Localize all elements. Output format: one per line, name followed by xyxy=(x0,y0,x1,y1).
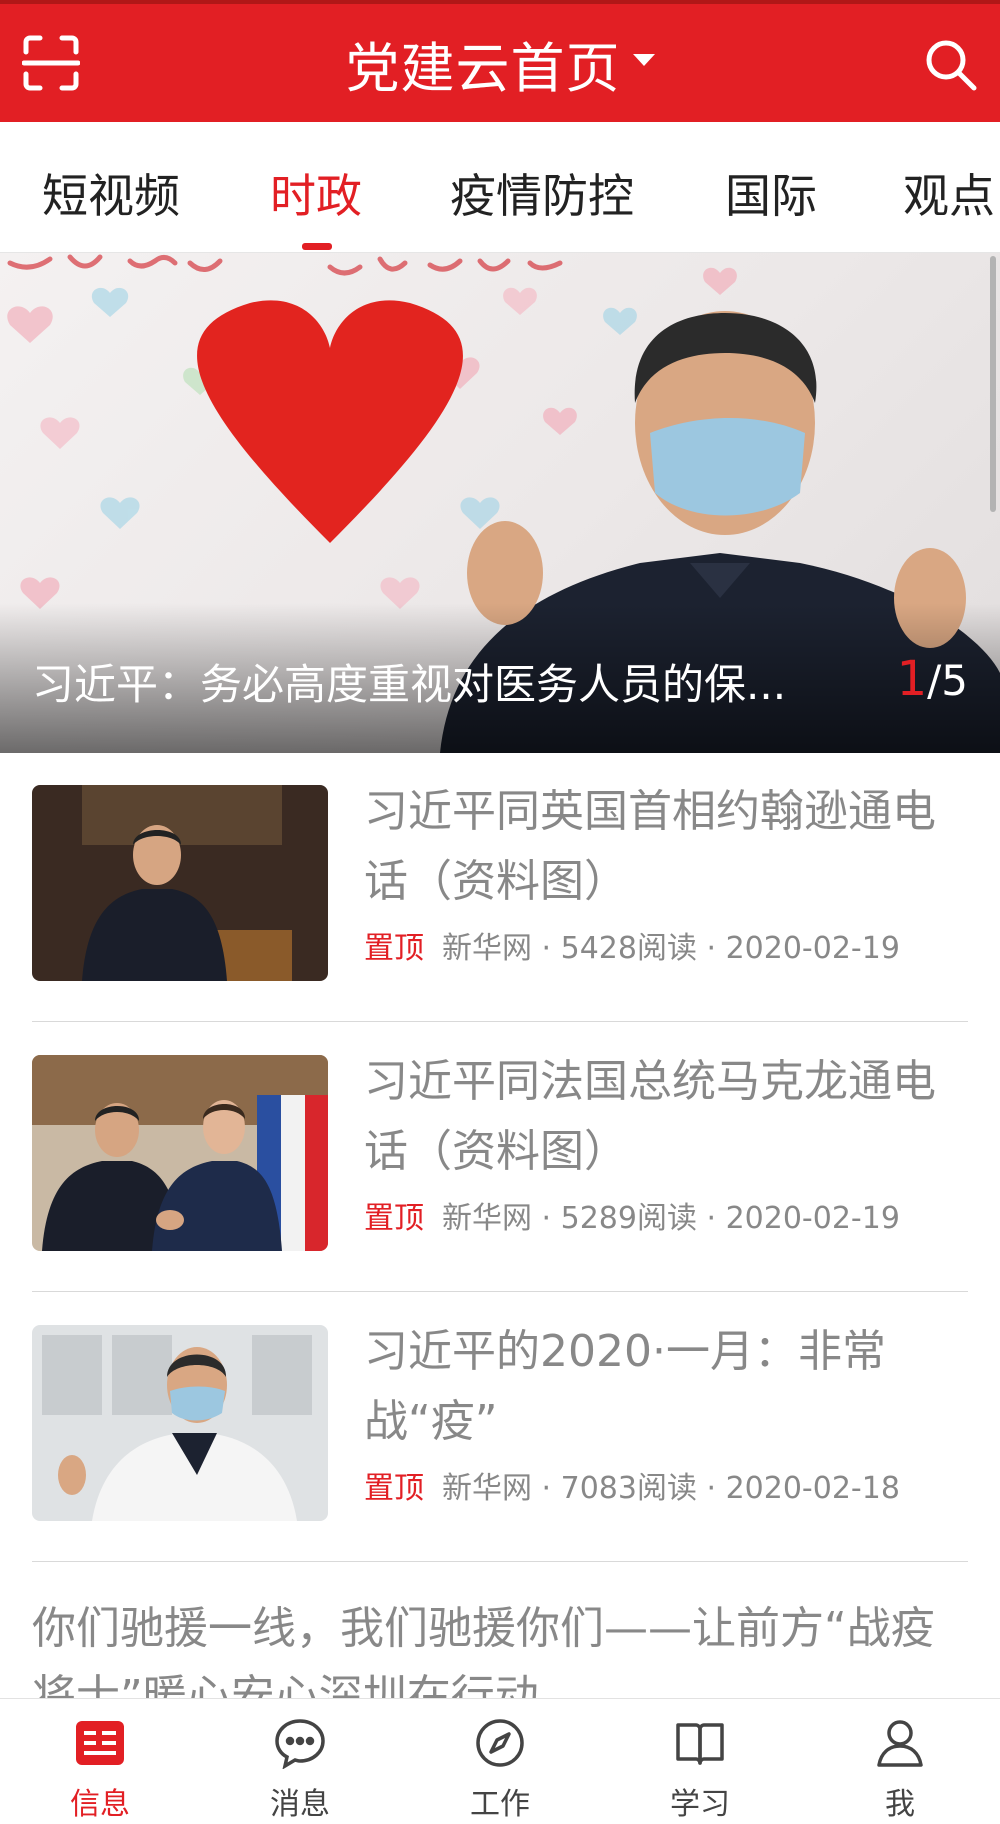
pinned-badge: 置顶 xyxy=(364,1201,424,1236)
tab-international[interactable]: 国际 xyxy=(725,160,817,226)
nav-item-messages[interactable]: 消息 xyxy=(200,1699,400,1824)
scan-icon[interactable] xyxy=(21,34,81,92)
banner-carousel[interactable]: 习近平：务必高度重视对医务人员的保... 1/5 xyxy=(0,253,1000,753)
active-tab-indicator xyxy=(302,243,332,250)
meta-separator: · xyxy=(696,931,726,966)
news-date: 2020-02-19 xyxy=(725,1201,900,1236)
news-item[interactable]: 习近平的2020·一月：非常战“疫” 置顶 新华网 · 7083阅读 · 2020… xyxy=(32,1293,968,1562)
tab-politics[interactable]: 时政 xyxy=(270,160,362,226)
news-meta: 置顶 新华网 · 7083阅读 · 2020-02-18 xyxy=(364,1463,900,1507)
news-title: 习近平同英国首相约翰逊通电话（资料图） xyxy=(364,786,936,907)
meta-separator: · xyxy=(532,931,561,966)
book-icon xyxy=(674,1717,726,1769)
nav-label: 工作 xyxy=(470,1787,530,1822)
news-source: 新华网 xyxy=(442,1201,532,1236)
nav-item-study[interactable]: 学习 xyxy=(600,1699,800,1824)
news-meta: 置顶 新华网 · 5289阅读 · 2020-02-19 xyxy=(364,1193,900,1237)
news-thumbnail xyxy=(32,785,328,981)
nav-label: 我 xyxy=(885,1787,915,1822)
app-header: 党建云首页 xyxy=(0,4,1000,122)
news-meta: 置顶 新华网 · 5428阅读 · 2020-02-19 xyxy=(364,923,900,967)
banner-counter: 1/5 xyxy=(897,651,968,707)
nav-item-work[interactable]: 工作 xyxy=(400,1699,600,1824)
news-item[interactable]: 习近平同英国首相约翰逊通电话（资料图） 置顶 新华网 · 5428阅读 · 202… xyxy=(32,753,968,1022)
page-title: 党建云首页 xyxy=(345,36,621,100)
chat-bubble-icon xyxy=(274,1717,326,1770)
tab-opinion[interactable]: 观点 xyxy=(903,160,995,226)
nav-label: 消息 xyxy=(270,1787,330,1822)
banner-caption: 习近平：务必高度重视对医务人员的保... xyxy=(32,660,787,709)
meta-separator: · xyxy=(696,1201,726,1236)
news-date: 2020-02-19 xyxy=(725,931,900,966)
news-source: 新华网 xyxy=(442,931,532,966)
compass-icon xyxy=(474,1717,526,1769)
news-title: 习近平同法国总统马克龙通电话（资料图） xyxy=(364,1056,936,1177)
news-reads: 5428阅读 xyxy=(560,931,697,966)
tab-epidemic[interactable]: 疫情防控 xyxy=(450,160,634,226)
meta-separator: · xyxy=(532,1201,561,1236)
news-reads: 5289阅读 xyxy=(560,1201,697,1236)
title-dropdown[interactable]: 党建云首页 xyxy=(0,4,1000,122)
tab-short-video[interactable]: 短视频 xyxy=(42,160,180,226)
news-thumbnail xyxy=(32,1325,328,1521)
news-thumbnail xyxy=(32,1055,328,1251)
nav-label: 信息 xyxy=(70,1787,130,1822)
meta-separator: · xyxy=(696,1471,726,1506)
banner-current-index: 1 xyxy=(896,651,928,707)
chevron-down-icon xyxy=(632,54,655,66)
news-title: 习近平的2020·一月：非常战“疫” xyxy=(364,1326,886,1447)
category-tabs: 短视频 时政 疫情防控 国际 观点 xyxy=(0,122,1000,253)
nav-item-info[interactable]: 信息 xyxy=(0,1699,200,1824)
meta-separator: · xyxy=(532,1471,561,1506)
news-reads: 7083阅读 xyxy=(560,1471,697,1506)
news-item[interactable]: 习近平同法国总统马克龙通电话（资料图） 置顶 新华网 · 5289阅读 · 202… xyxy=(32,1023,968,1292)
pinned-badge: 置顶 xyxy=(364,931,424,966)
scrollbar-thumb[interactable] xyxy=(990,256,996,512)
banner-total: /5 xyxy=(927,656,968,705)
news-icon xyxy=(74,1717,126,1769)
news-source: 新华网 xyxy=(442,1471,532,1506)
news-date: 2020-02-18 xyxy=(725,1471,900,1506)
bottom-nav: 信息 消息 工作 学习 我 xyxy=(0,1698,1000,1824)
nav-item-me[interactable]: 我 xyxy=(800,1699,1000,1824)
person-icon xyxy=(874,1717,926,1769)
nav-label: 学习 xyxy=(670,1787,730,1822)
search-icon[interactable] xyxy=(924,38,978,92)
pinned-badge: 置顶 xyxy=(364,1471,424,1506)
